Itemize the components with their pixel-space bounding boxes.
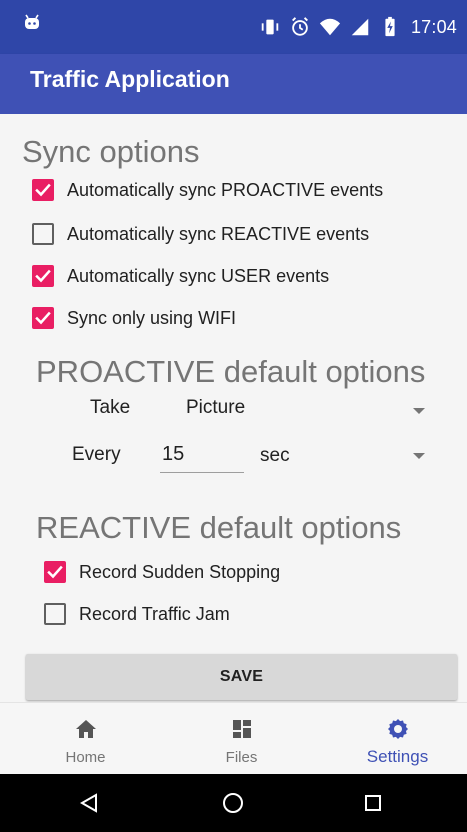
signal-icon <box>351 18 369 36</box>
recents-icon[interactable] <box>361 791 385 815</box>
reactive-defaults-title: REACTIVE default options <box>36 510 402 545</box>
sync-user-label: Automatically sync USER events <box>67 266 330 286</box>
sync-wifi-option[interactable]: Sync only using WIFI <box>32 301 236 335</box>
take-dropdown-arrow-icon[interactable] <box>410 405 428 417</box>
take-spinner-value[interactable]: Picture <box>186 397 245 419</box>
unit-dropdown-arrow-icon[interactable] <box>410 450 428 462</box>
android-screen: 17:04 Traffic Application Sync options A… <box>0 0 467 832</box>
wifi-icon <box>319 18 341 36</box>
sync-proactive-option[interactable]: Automatically sync PROACTIVE events <box>32 173 383 207</box>
system-navigation-bar <box>0 774 467 832</box>
status-icons: 17:04 <box>259 12 457 42</box>
bottom-navigation: Home Files Settings <box>0 702 467 774</box>
nav-settings[interactable]: Settings <box>320 703 467 775</box>
checkbox-checked-icon[interactable] <box>32 265 54 287</box>
every-label: Every <box>72 444 121 465</box>
app-title: Traffic Application <box>30 66 230 92</box>
home-circle-icon[interactable] <box>221 791 245 815</box>
record-sudden-stopping-option[interactable]: Record Sudden Stopping <box>44 555 280 589</box>
nav-home[interactable]: Home <box>8 703 163 775</box>
sync-options-title: Sync options <box>22 134 200 169</box>
vibrate-icon <box>261 19 279 35</box>
back-icon[interactable] <box>77 791 101 815</box>
settings-icon <box>387 719 408 739</box>
checkbox-unchecked-icon[interactable] <box>32 223 54 245</box>
android-debug-icon <box>25 14 39 29</box>
record-sudden-stopping-label: Record Sudden Stopping <box>79 562 281 582</box>
nav-files-label: Files <box>225 749 258 766</box>
take-label: Take <box>90 397 131 418</box>
battery-icon <box>385 16 395 37</box>
sync-reactive-option[interactable]: Automatically sync REACTIVE events <box>32 217 369 251</box>
nav-home-label: Home <box>65 749 106 766</box>
alarm-icon <box>291 17 308 36</box>
nav-settings-label: Settings <box>366 747 429 766</box>
files-icon <box>232 720 251 738</box>
nav-files[interactable]: Files <box>164 703 319 775</box>
checkbox-checked-icon[interactable] <box>32 179 54 201</box>
unit-spinner-value[interactable]: sec <box>260 445 290 467</box>
record-traffic-jam-option[interactable]: Record Traffic Jam <box>44 597 230 631</box>
status-bar: 17:04 <box>0 0 467 54</box>
sync-user-option[interactable]: Automatically sync USER events <box>32 259 329 293</box>
proactive-defaults-title: PROACTIVE default options <box>36 354 426 389</box>
sync-wifi-label: Sync only using WIFI <box>67 308 237 328</box>
app-bar: Traffic Application <box>0 54 467 114</box>
sync-reactive-label: Automatically sync REACTIVE events <box>67 224 370 244</box>
save-button[interactable]: SAVE <box>26 654 457 700</box>
checkbox-checked-icon[interactable] <box>32 307 54 329</box>
home-icon <box>75 720 96 738</box>
record-traffic-jam-label: Record Traffic Jam <box>79 604 230 624</box>
checkbox-checked-icon[interactable] <box>44 561 66 583</box>
sync-proactive-label: Automatically sync PROACTIVE events <box>67 180 384 200</box>
interval-input[interactable]: 15 <box>160 441 244 473</box>
status-time: 17:04 <box>410 16 457 37</box>
settings-content: Sync options Automatically sync PROACTIV… <box>0 114 467 702</box>
checkbox-unchecked-icon[interactable] <box>44 603 66 625</box>
